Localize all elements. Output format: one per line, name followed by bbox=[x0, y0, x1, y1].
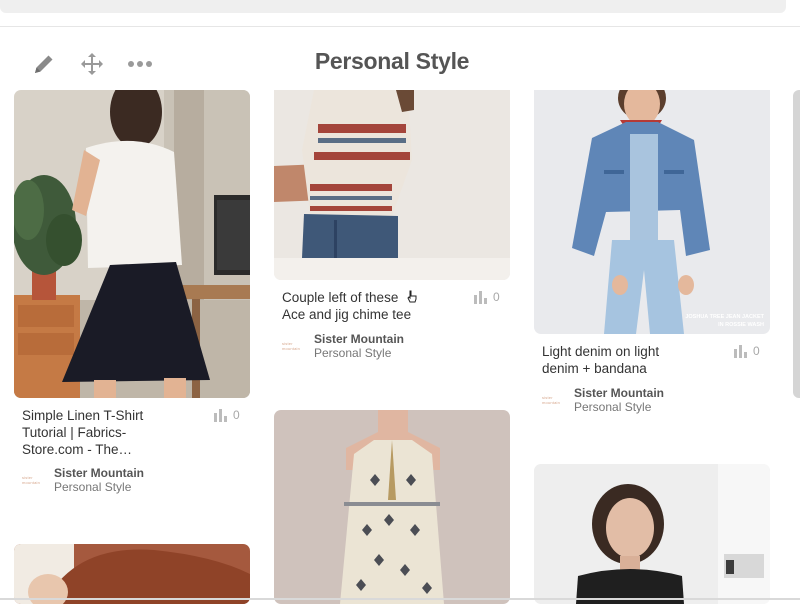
repin-stat: 0 bbox=[734, 344, 760, 358]
caption-line: Light denim on light bbox=[542, 344, 660, 359]
caption-line: Ace and jig chime tee bbox=[282, 307, 412, 322]
pin-attribution[interactable]: sister mountain Sister Mountain Personal… bbox=[282, 332, 404, 360]
image-overlay-text: JOSHUA TREE JEAN JACKET bbox=[685, 314, 764, 320]
caption-line: Simple Linen T-Shirt bbox=[22, 408, 144, 423]
pin-photo: JOSHUA TREE JEAN JACKET IN ROSSIE WASH bbox=[534, 90, 770, 334]
repin-count: 0 bbox=[753, 344, 760, 358]
board-name[interactable]: Personal Style bbox=[574, 400, 664, 414]
pin-image-black-top[interactable] bbox=[534, 464, 770, 604]
bar-chart-icon bbox=[214, 408, 227, 422]
pin-attribution[interactable]: sister mountain Sister Mountain Personal… bbox=[22, 466, 144, 494]
pin-attribution[interactable]: sister mountain Sister Mountain Personal… bbox=[542, 386, 664, 414]
bar-chart-icon bbox=[734, 344, 747, 358]
pin-image-denim-jacket[interactable]: JOSHUA TREE JEAN JACKET IN ROSSIE WASH bbox=[534, 90, 770, 334]
pin-image-patterned-dress[interactable] bbox=[274, 410, 510, 604]
pin-image-hair[interactable] bbox=[14, 544, 250, 604]
repin-count: 0 bbox=[233, 408, 240, 422]
image-overlay-text: IN ROSSIE WASH bbox=[718, 322, 764, 328]
pinner-name[interactable]: Sister Mountain bbox=[574, 386, 664, 400]
bar-chart-icon bbox=[474, 290, 487, 304]
board-header: Personal Style bbox=[0, 44, 800, 84]
pinner-name[interactable]: Sister Mountain bbox=[314, 332, 404, 346]
pin-caption[interactable]: Light denim on light denim + bandana bbox=[542, 343, 659, 377]
next-column-pin[interactable] bbox=[793, 90, 800, 398]
caption-line: Tutorial | Fabrics- bbox=[22, 425, 127, 440]
board-name[interactable]: Personal Style bbox=[54, 480, 144, 494]
pinner-name[interactable]: Sister Mountain bbox=[54, 466, 144, 480]
caption-line: denim + bandana bbox=[542, 361, 647, 376]
repin-stat: 0 bbox=[474, 290, 500, 304]
avatar: sister mountain bbox=[542, 395, 561, 405]
pencil-icon[interactable] bbox=[30, 50, 58, 78]
board-title: Personal Style bbox=[314, 48, 470, 74]
repin-stat: 0 bbox=[214, 408, 240, 422]
search-bar[interactable] bbox=[0, 0, 786, 13]
caption-line: Couple left of these bbox=[282, 290, 399, 305]
board-name[interactable]: Personal Style bbox=[314, 346, 404, 360]
avatar: sister mountain bbox=[282, 341, 301, 351]
hand-cursor-icon bbox=[407, 290, 417, 303]
pin-image-striped-tee[interactable] bbox=[274, 90, 510, 280]
avatar: sister mountain bbox=[22, 475, 41, 485]
more-dots-icon[interactable] bbox=[126, 50, 154, 78]
move-arrows-icon[interactable] bbox=[78, 50, 106, 78]
pin-caption[interactable]: Couple left of these Ace and jig chime t… bbox=[282, 289, 411, 323]
pin-photo bbox=[534, 464, 770, 604]
top-bar bbox=[0, 0, 800, 27]
pin-photo bbox=[14, 544, 250, 604]
pin-photo bbox=[274, 410, 510, 604]
pin-photo bbox=[274, 90, 510, 280]
pin-photo bbox=[14, 90, 250, 398]
caption-line: Store.com - The… bbox=[22, 442, 133, 457]
pin-image-linen-tshirt[interactable] bbox=[14, 90, 250, 398]
repin-count: 0 bbox=[493, 290, 500, 304]
pin-caption[interactable]: Simple Linen T-Shirt Tutorial | Fabrics-… bbox=[22, 407, 143, 458]
